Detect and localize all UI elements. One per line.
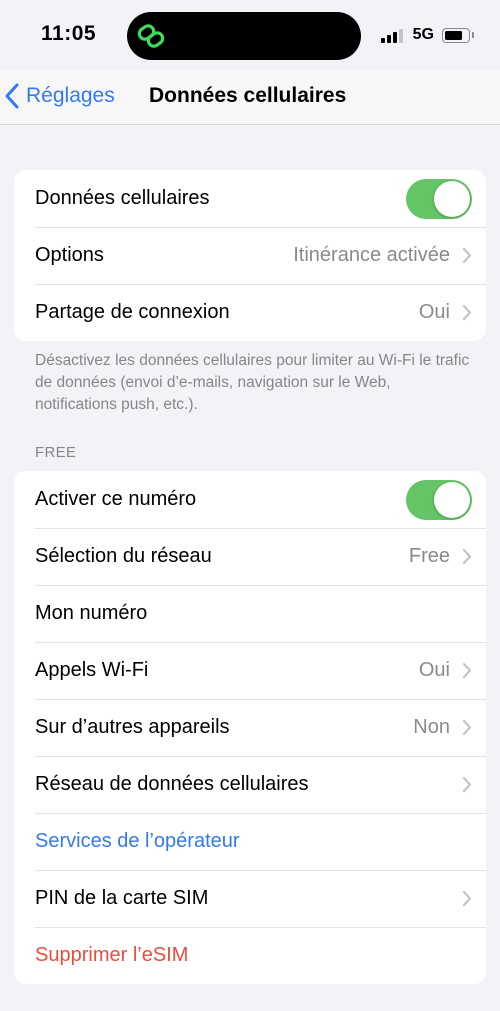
sim-pin-row[interactable]: PIN de la carte SIM [14,870,486,927]
dynamic-island[interactable] [127,12,361,60]
other-devices-row[interactable]: Sur d’autres appareils Non [14,699,486,756]
cellular-data-footer-note: Désactivez les données cellulaires pour … [35,352,470,413]
chevron-right-icon [462,304,472,321]
carrier-services-row[interactable]: Services de l’opérateur [14,813,486,870]
network-selection-label: Sélection du réseau [35,545,212,567]
other-devices-value: Non [413,716,450,738]
chevron-right-icon [462,890,472,907]
wifi-calling-row[interactable]: Appels Wi-Fi Oui [14,642,486,699]
hotspot-row[interactable]: Partage de connexion Oui [14,284,486,341]
activate-number-toggle[interactable] [406,479,472,520]
battery-icon [442,27,474,43]
status-indicators: 5G [380,24,474,46]
options-label: Options [35,244,104,266]
chevron-right-icon [462,662,472,679]
link-app-icon [137,24,165,48]
page-title: Données cellulaires [149,84,347,107]
hotspot-label: Partage de connexion [35,301,230,323]
network-type: 5G [412,26,434,43]
network-selection-row[interactable]: Sélection du réseau Free [14,528,486,585]
carrier-services-link[interactable]: Services de l’opérateur [35,830,472,853]
status-time: 11:05 [41,22,97,45]
hotspot-value: Oui [418,301,450,323]
back-label: Réglages [26,84,115,107]
status-bar: 11:05 5G [0,0,500,70]
chevron-right-icon [462,776,472,793]
back-button[interactable]: Réglages [4,80,115,112]
my-number-row[interactable]: Mon numéro [14,585,486,642]
wifi-calling-value: Oui [418,659,450,681]
carrier-settings-group: Activer ce numéro Sélection du réseau Fr… [14,471,486,984]
carrier-section-header: FREE [35,444,77,461]
options-value: Itinérance activée [293,244,450,266]
cellular-settings-group: Données cellulaires Options Itinérance a… [14,170,486,341]
chevron-right-icon [462,548,472,565]
cellular-signal-icon [380,28,405,43]
network-selection-value: Free [408,545,450,567]
activate-number-row: Activer ce numéro [14,471,486,528]
options-row[interactable]: Options Itinérance activée [14,227,486,284]
navigation-bar: Réglages Données cellulaires [0,70,500,125]
delete-esim-row[interactable]: Supprimer l’eSIM [14,927,486,984]
cellular-data-label: Données cellulaires [35,187,210,209]
chevron-right-icon [462,247,472,264]
my-number-label: Mon numéro [35,602,148,624]
activate-number-label: Activer ce numéro [35,488,197,510]
cellular-data-row: Données cellulaires [14,170,486,227]
chevron-left-icon [5,83,19,109]
wifi-calling-label: Appels Wi-Fi [35,659,149,681]
cellular-network-label: Réseau de données cellulaires [35,773,309,795]
chevron-right-icon [462,719,472,736]
cellular-data-toggle[interactable] [406,178,472,219]
cellular-network-row[interactable]: Réseau de données cellulaires [14,756,486,813]
other-devices-label: Sur d’autres appareils [35,716,230,738]
sim-pin-label: PIN de la carte SIM [35,887,209,909]
delete-esim-button[interactable]: Supprimer l’eSIM [35,944,472,967]
